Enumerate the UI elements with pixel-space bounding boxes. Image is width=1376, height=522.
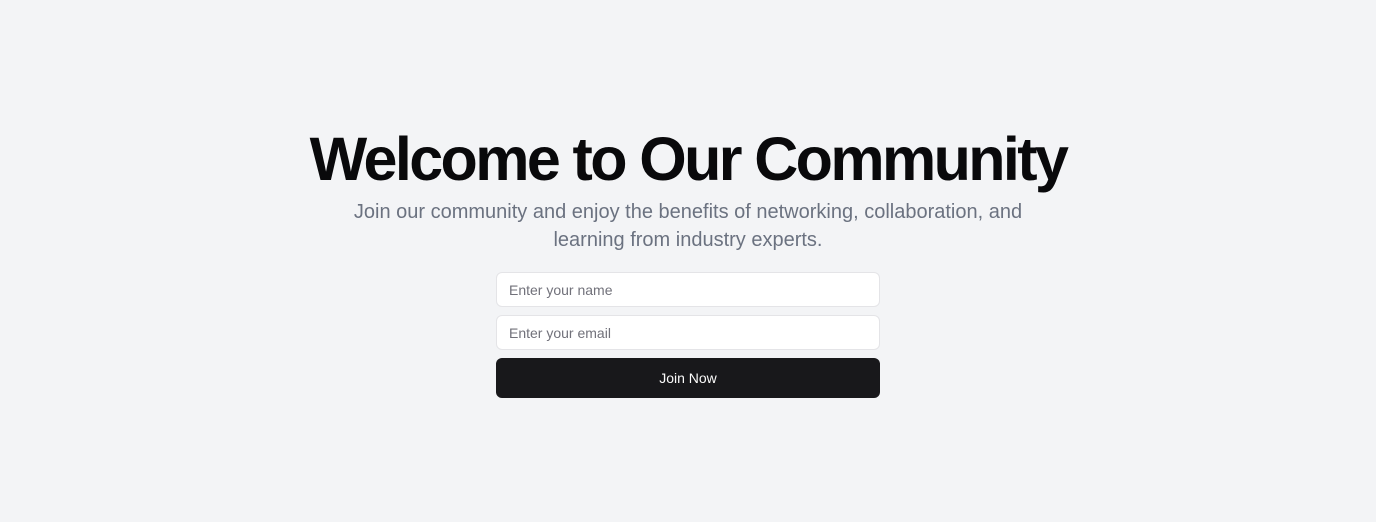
signup-form: Join Now bbox=[496, 272, 880, 398]
page: { "hero": { "title": "Welcome to Our Com… bbox=[0, 0, 1376, 522]
page-subtitle: Join our community and enjoy the benefit… bbox=[353, 201, 1023, 251]
page-title: Welcome to Our Community bbox=[309, 125, 1069, 193]
name-input[interactable] bbox=[496, 272, 880, 307]
hero-section: Welcome to Our Community Join our commun… bbox=[0, 124, 1376, 398]
email-input[interactable] bbox=[496, 315, 880, 350]
join-now-button[interactable]: Join Now bbox=[496, 358, 880, 398]
